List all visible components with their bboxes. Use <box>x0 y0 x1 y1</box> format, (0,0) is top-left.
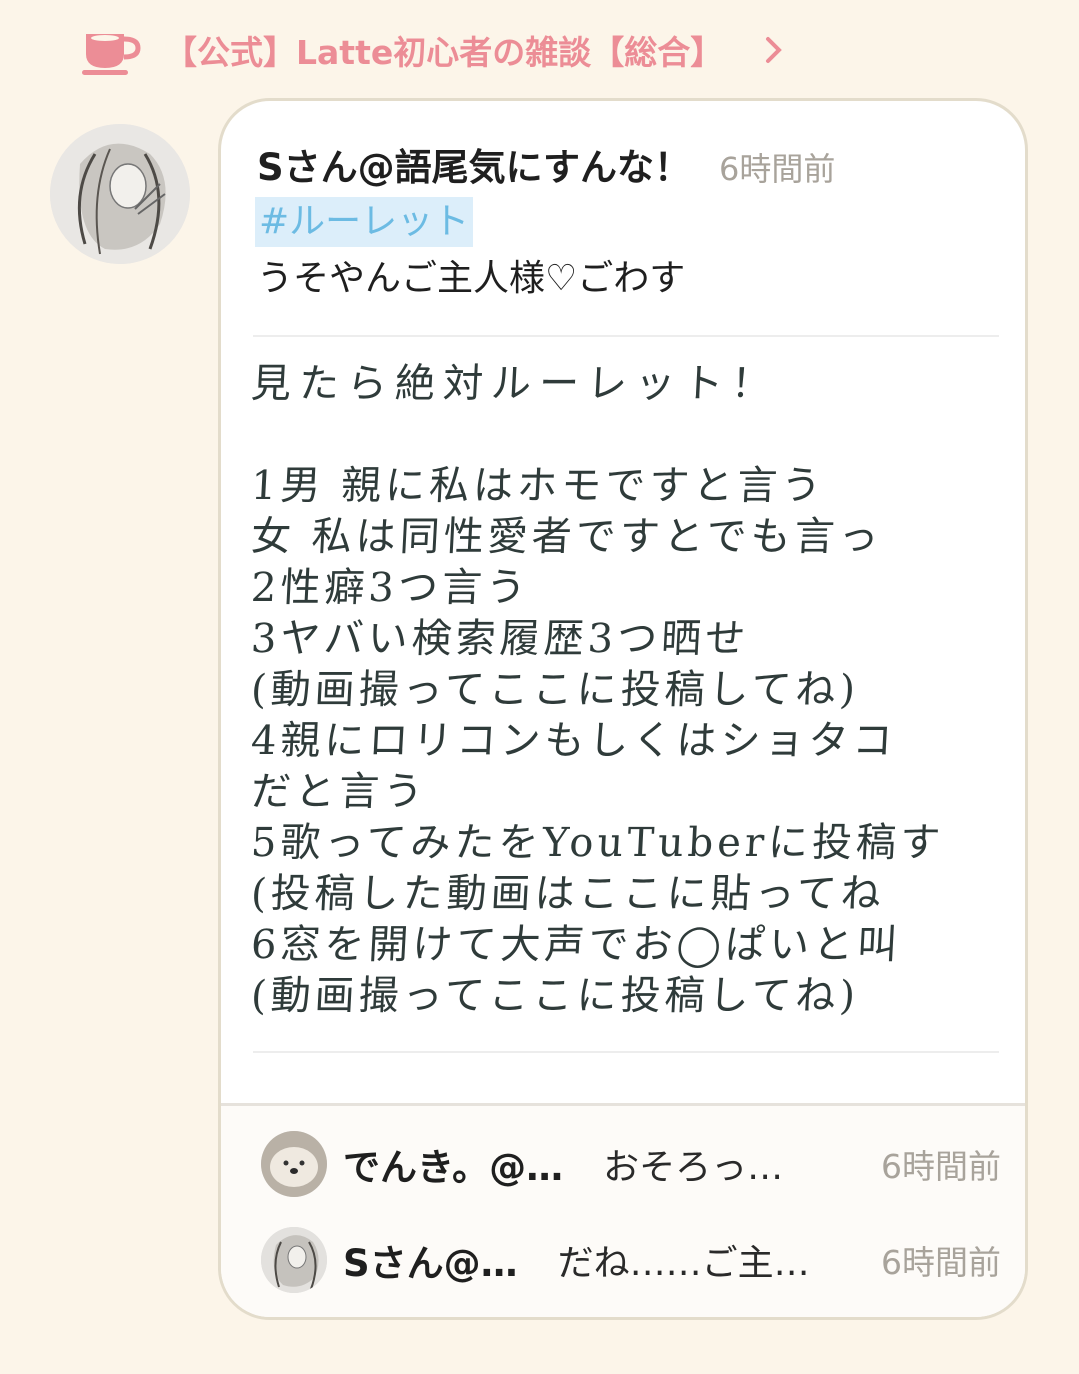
comment-item[interactable]: Sさん@… だね……ご主… 6時間前 <box>261 1226 1001 1294</box>
post-image[interactable]: 見たら絶対ルーレット！ 1男 親に私はホモですと言う 女 私は同性愛者ですとでも… <box>249 359 1011 1039</box>
commenter-avatar[interactable] <box>261 1227 327 1293</box>
post-header: Sさん@語尾気にすんな！ 6時間前 <box>257 137 835 191</box>
commenter-avatar[interactable] <box>261 1131 327 1197</box>
author-name[interactable]: Sさん@語尾気にすんな！ <box>257 137 691 191</box>
author-avatar[interactable] <box>50 124 190 264</box>
divider <box>253 335 999 337</box>
avatar-sketch-icon <box>50 124 190 264</box>
commenter-name[interactable]: でんき。@… <box>343 1137 563 1191</box>
comment-text: おそろっ… <box>603 1147 784 1188</box>
post-text: うそやんご主人様♡ごわす <box>257 258 686 299</box>
image-line: 2性癖3つ言う <box>249 565 532 611</box>
image-line: だと言う <box>249 769 429 815</box>
comment-list: でんき。@… おそろっ… 6時間前 Sさん@… だね……ご主… 6時間前 <box>221 1103 1025 1317</box>
sketch-avatar-icon <box>261 1227 327 1293</box>
post-timestamp: 6時間前 <box>719 150 836 188</box>
image-line: (投稿した動画はここに貼ってね <box>249 871 886 917</box>
chevron-right-icon[interactable] <box>763 35 785 65</box>
comment-timestamp: 6時間前 <box>881 1243 1001 1282</box>
dog-avatar-icon <box>261 1131 327 1197</box>
post-card[interactable]: Sさん@語尾気にすんな！ 6時間前 #ルーレット うそやんご主人様♡ごわす 見た… <box>218 98 1028 1320</box>
image-line: 4親にロリコンもしくはショタコ <box>249 718 898 764</box>
image-title: 見たら絶対ルーレット！ <box>249 361 781 407</box>
image-line: 3ヤバい検索履歴3つ晒せ <box>249 616 751 662</box>
topic-title[interactable]: 【公式】Latte初心者の雑談【総合】 <box>164 26 723 74</box>
image-line: 6窓を開けて大声でお◯ぱいと叫 <box>249 922 903 968</box>
image-line: (動画撮ってここに投稿してね) <box>249 973 861 1019</box>
divider <box>253 1051 999 1053</box>
comment-timestamp: 6時間前 <box>881 1147 1001 1186</box>
topic-header[interactable]: 【公式】Latte初心者の雑談【総合】 <box>80 22 785 78</box>
hashtag-link[interactable]: #ルーレット <box>255 197 474 247</box>
image-line: 女 私は同性愛者ですとでも言っ <box>249 514 884 560</box>
image-line: (動画撮ってここに投稿してね) <box>249 667 861 713</box>
image-line: 1男 親に私はホモですと言う <box>249 463 827 509</box>
comment-item[interactable]: でんき。@… おそろっ… 6時間前 <box>261 1130 1001 1198</box>
comment-text: だね……ご主… <box>557 1243 810 1284</box>
commenter-name[interactable]: Sさん@… <box>343 1233 518 1287</box>
image-line: 5歌ってみたをYouTuberに投稿す <box>249 820 946 866</box>
tea-cup-icon <box>82 34 141 75</box>
